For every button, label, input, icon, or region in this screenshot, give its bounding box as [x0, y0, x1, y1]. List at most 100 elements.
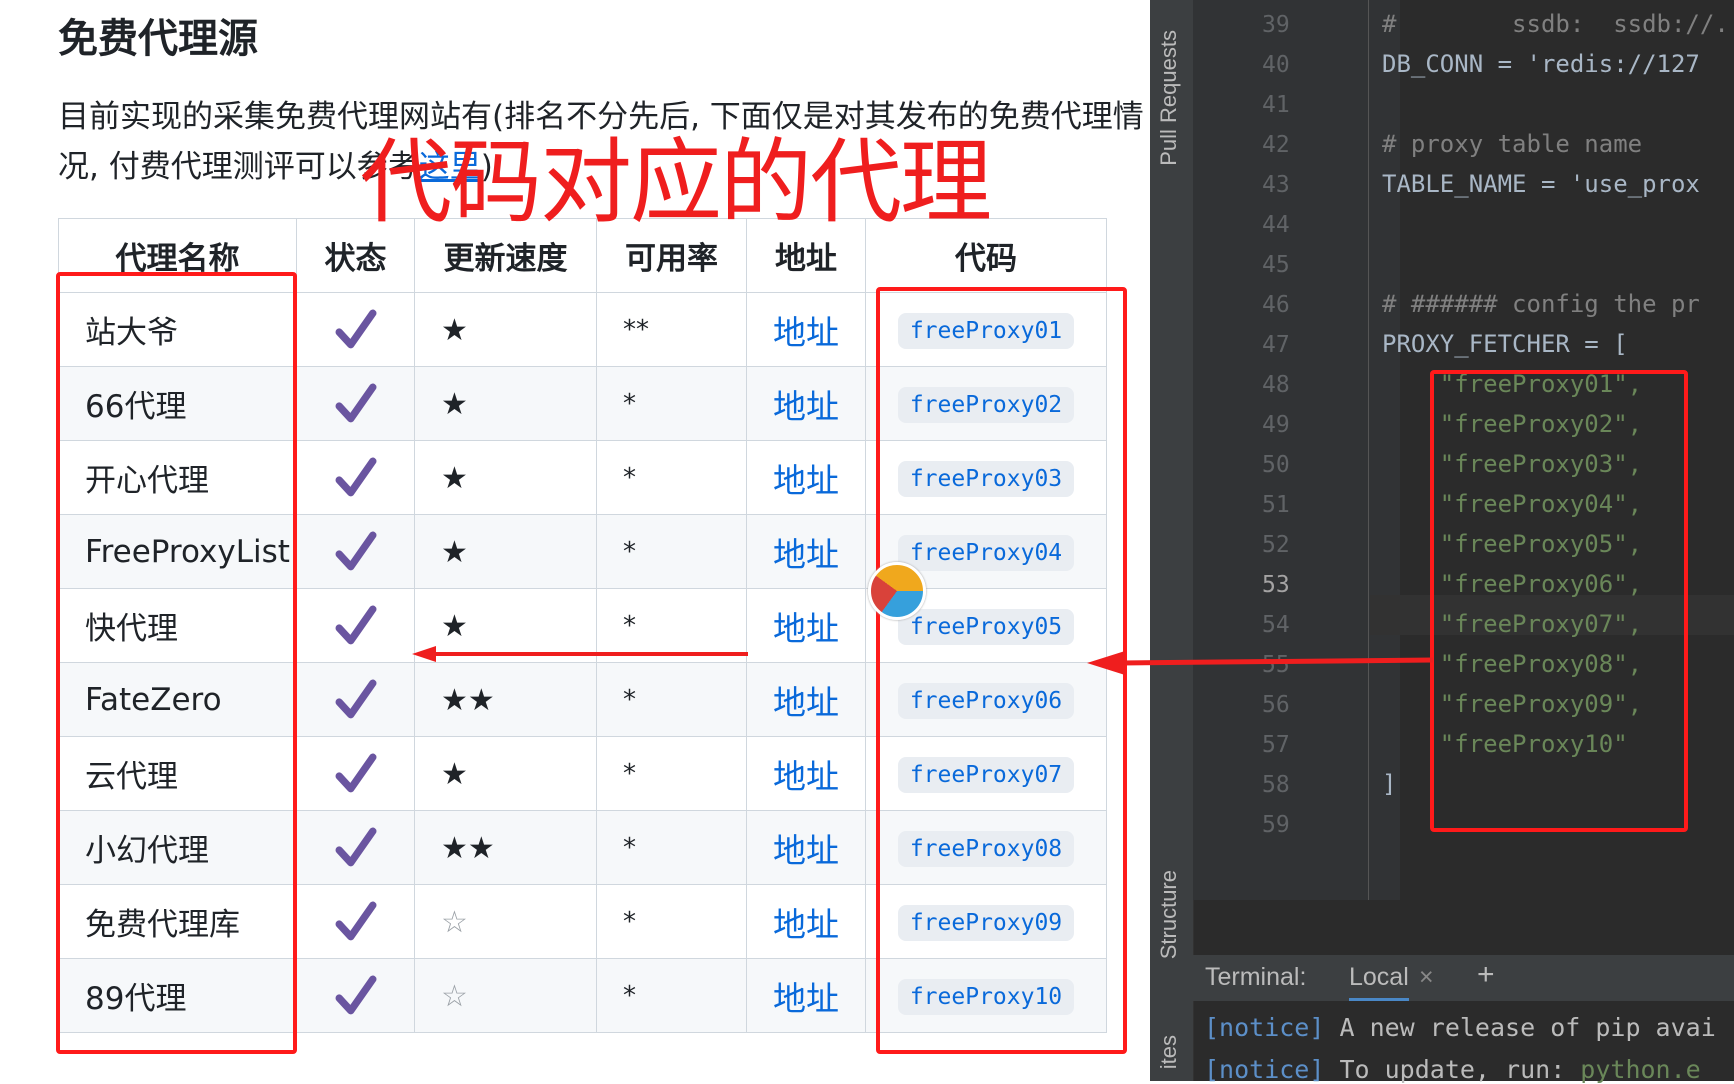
- speed-stars: ★: [441, 608, 468, 644]
- terminal-line-2: [notice] To update, run: python.e: [1204, 1055, 1701, 1084]
- status-cell: [296, 292, 415, 367]
- speed-cell: ★★: [414, 810, 597, 885]
- section-heading: 免费代理源: [58, 16, 258, 62]
- address-link[interactable]: 地址: [773, 535, 839, 574]
- address-link[interactable]: 地址: [773, 461, 839, 500]
- favorites-tab[interactable]: ites: [1156, 1035, 1182, 1069]
- code-line: # proxy table name: [1382, 130, 1643, 158]
- rate-cell: *: [596, 884, 747, 959]
- status-cell: [296, 736, 415, 811]
- annotation-arrow-config: [1087, 651, 1434, 675]
- rate-cell: *: [596, 736, 747, 811]
- code-line: PROXY_FETCHER = [: [1382, 330, 1628, 358]
- speed-stars: ★★: [441, 830, 495, 866]
- line-number: 42: [1262, 132, 1290, 158]
- line-number: 53: [1262, 572, 1290, 598]
- line-number: 54: [1262, 612, 1290, 638]
- pull-requests-tab[interactable]: Pull Requests: [1156, 30, 1182, 166]
- speed-cell: ★: [414, 366, 597, 441]
- address-link[interactable]: 地址: [773, 387, 839, 426]
- address-link[interactable]: 地址: [773, 905, 839, 944]
- checkmark-icon: [335, 457, 376, 496]
- address-cell: 地址: [746, 958, 866, 1033]
- rate-cell: *: [596, 440, 747, 515]
- checkmark-icon: [335, 901, 376, 940]
- line-number: 58: [1262, 772, 1290, 798]
- address-cell: 地址: [746, 292, 866, 367]
- address-link[interactable]: 地址: [773, 609, 839, 648]
- rate-cell: *: [596, 514, 747, 589]
- status-cell: [296, 662, 415, 737]
- line-number: 40: [1262, 52, 1290, 78]
- status-cell: [296, 588, 415, 663]
- address-link[interactable]: 地址: [773, 313, 839, 352]
- address-link[interactable]: 地址: [773, 683, 839, 722]
- speed-stars: ★: [441, 756, 468, 792]
- checkmark-icon: [335, 827, 376, 866]
- add-terminal-icon[interactable]: +: [1477, 958, 1495, 992]
- address-cell: 地址: [746, 662, 866, 737]
- address-link[interactable]: 地址: [773, 979, 839, 1018]
- address-cell: 地址: [746, 366, 866, 441]
- status-cell: [296, 440, 415, 515]
- terminal-tab-local[interactable]: Local: [1349, 963, 1409, 1001]
- rate-cell: *: [596, 810, 747, 885]
- checkmark-icon: [335, 975, 376, 1014]
- speed-stars: ★: [441, 312, 468, 348]
- close-tab-icon[interactable]: ×: [1419, 963, 1434, 992]
- status-cell: [296, 958, 415, 1033]
- rate-cell: **: [596, 292, 747, 367]
- terminal-tab-bar: Terminal: Local × +: [1193, 955, 1734, 1001]
- speed-cell: ★: [414, 736, 597, 811]
- code-line: TABLE_NAME = 'use_prox: [1382, 170, 1700, 198]
- structure-tab[interactable]: Structure: [1156, 870, 1182, 959]
- address-cell: 地址: [746, 514, 866, 589]
- speed-cell: ☆: [414, 958, 597, 1033]
- address-cell: 地址: [746, 736, 866, 811]
- speed-cell: ★★: [414, 662, 597, 737]
- line-number: 46: [1262, 292, 1290, 318]
- status-cell: [296, 514, 415, 589]
- checkmark-icon: [335, 605, 376, 644]
- floating-app-icon[interactable]: [868, 562, 926, 620]
- speed-stars: ★: [441, 534, 468, 570]
- line-number: 47: [1262, 332, 1290, 358]
- address-cell: 地址: [746, 440, 866, 515]
- line-number: 48: [1262, 372, 1290, 398]
- line-number: 45: [1262, 252, 1290, 278]
- address-cell: 地址: [746, 810, 866, 885]
- line-number: 59: [1262, 812, 1290, 838]
- rate-cell: *: [596, 958, 747, 1033]
- annotation-box-config: [1430, 370, 1688, 832]
- speed-cell: ★: [414, 514, 597, 589]
- annotation-box-names: [56, 272, 297, 1054]
- line-number: 57: [1262, 732, 1290, 758]
- tool-window-strip: Pull Requests Structure ites: [1150, 0, 1194, 1081]
- address-link[interactable]: 地址: [773, 757, 839, 796]
- annotation-arrow-left: [412, 646, 748, 662]
- speed-stars: ☆: [441, 904, 468, 940]
- code-line: # ###### config the pr: [1382, 290, 1700, 318]
- line-number: 50: [1262, 452, 1290, 478]
- speed-cell: ★: [414, 292, 597, 367]
- speed-stars: ☆: [441, 978, 468, 1014]
- speed-cell: ★: [414, 440, 597, 515]
- code-line: # ssdb: ssdb://...: [1382, 10, 1734, 38]
- line-number: 41: [1262, 92, 1290, 118]
- speed-stars: ★: [441, 386, 468, 422]
- rate-cell: *: [596, 662, 747, 737]
- code-line: DB_CONN = 'redis://127: [1382, 50, 1700, 78]
- code-line: ]: [1382, 770, 1397, 798]
- address-link[interactable]: 地址: [773, 831, 839, 870]
- status-cell: [296, 366, 415, 441]
- speed-stars: ★: [441, 460, 468, 496]
- checkmark-icon: [335, 753, 376, 792]
- line-number: 43: [1262, 172, 1290, 198]
- address-cell: 地址: [746, 588, 866, 663]
- terminal-label: Terminal:: [1205, 963, 1307, 991]
- terminal-line-1: [notice] A new release of pip avai: [1204, 1013, 1716, 1042]
- checkmark-icon: [335, 309, 376, 348]
- line-number: 49: [1262, 412, 1290, 438]
- speed-stars: ★★: [441, 682, 495, 718]
- readme-document: 免费代理源 目前实现的采集免费代理网站有(排名不分先后, 下面仅是对其发布的免费…: [0, 0, 1150, 1081]
